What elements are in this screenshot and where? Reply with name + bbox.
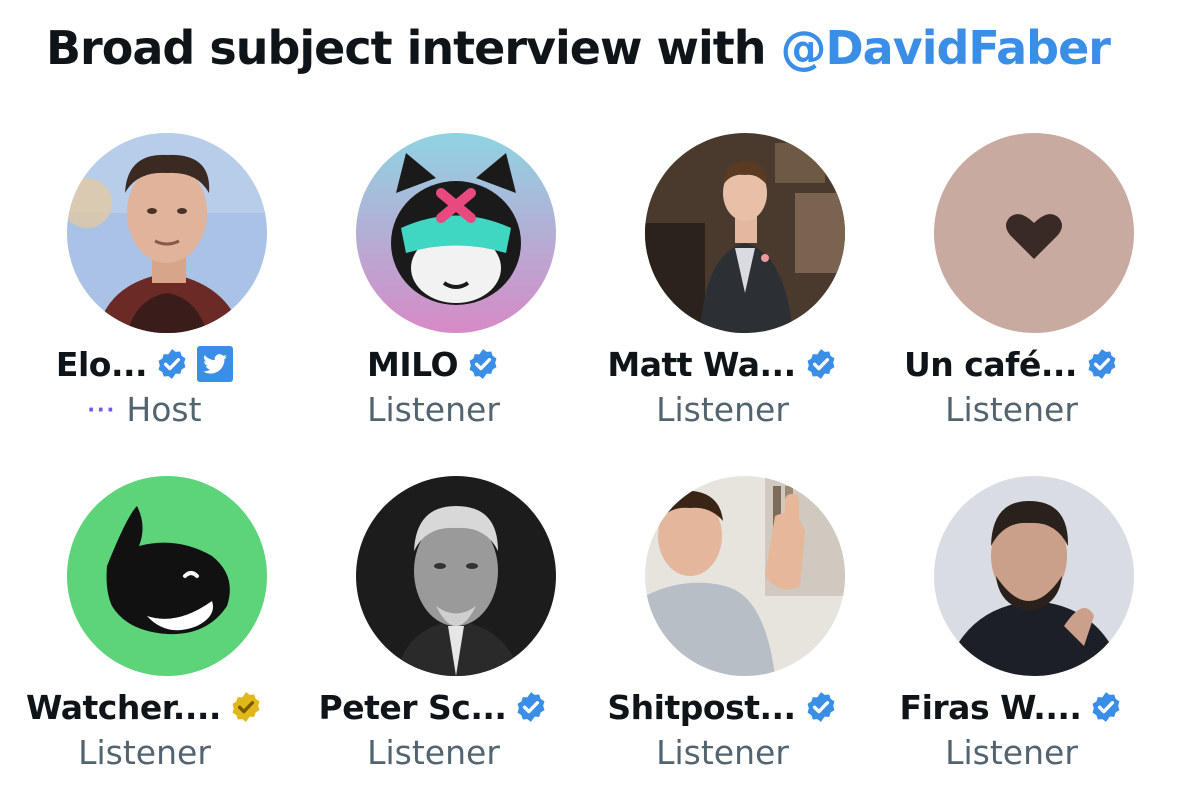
participant-role: Listener: [945, 389, 1078, 429]
avatar[interactable]: [67, 476, 267, 676]
participant-role: Listener: [656, 389, 789, 429]
space-title-text: Broad subject interview with: [46, 21, 781, 75]
verified-checkmark-icon: [804, 690, 838, 724]
participant-card[interactable]: Firas W.... Listener: [867, 476, 1156, 792]
avatar[interactable]: [356, 476, 556, 676]
speaking-indicator-icon: ···: [87, 393, 117, 424]
participant-name[interactable]: Matt Wa...: [607, 345, 796, 384]
participant-card[interactable]: Elo... ··· Host: [0, 133, 289, 453]
participant-card[interactable]: Un café... Listener: [867, 133, 1156, 453]
avatar[interactable]: [645, 133, 845, 333]
verified-checkmark-icon: [1085, 347, 1119, 381]
participant-name[interactable]: Watcher....: [26, 688, 221, 727]
avatar[interactable]: [934, 133, 1134, 333]
participant-name[interactable]: MILO: [367, 345, 459, 384]
verified-checkmark-icon: [466, 347, 500, 381]
participant-role: Listener: [78, 732, 211, 772]
verified-checkmark-icon: [155, 347, 189, 381]
participant-name[interactable]: Peter Sc...: [319, 688, 507, 727]
participant-role: Listener: [367, 732, 500, 772]
host-mention-link[interactable]: @DavidFaber: [781, 21, 1111, 75]
participant-name[interactable]: Firas W....: [900, 688, 1082, 727]
participant-card[interactable]: Shitpost... Listener: [578, 476, 867, 792]
participant-card[interactable]: Watcher.... Listener: [0, 476, 289, 792]
participant-name[interactable]: Un café...: [904, 345, 1077, 384]
verified-checkmark-icon: [514, 690, 548, 724]
participant-card[interactable]: Peter Sc... Listener: [289, 476, 578, 792]
twitter-bird-icon: [197, 346, 234, 382]
avatar[interactable]: [934, 476, 1134, 676]
avatar[interactable]: [67, 133, 267, 333]
participant-card[interactable]: MILO Listener: [289, 133, 578, 453]
participant-role: Listener: [367, 389, 500, 429]
participant-role: Listener: [656, 732, 789, 772]
verified-checkmark-icon: [804, 347, 838, 381]
participant-role: Listener: [945, 732, 1078, 772]
avatar[interactable]: [645, 476, 845, 676]
participant-name[interactable]: Elo...: [56, 345, 148, 384]
verified-checkmark-icon: [1089, 690, 1123, 724]
participant-role: Host: [126, 389, 202, 429]
participant-card[interactable]: Matt Wa... Listener: [578, 133, 867, 453]
participant-name[interactable]: Shitpost...: [607, 688, 796, 727]
space-title: Broad subject interview with @DavidFaber: [46, 18, 1111, 78]
avatar[interactable]: [356, 133, 556, 333]
verified-checkmark-icon: [229, 690, 263, 724]
